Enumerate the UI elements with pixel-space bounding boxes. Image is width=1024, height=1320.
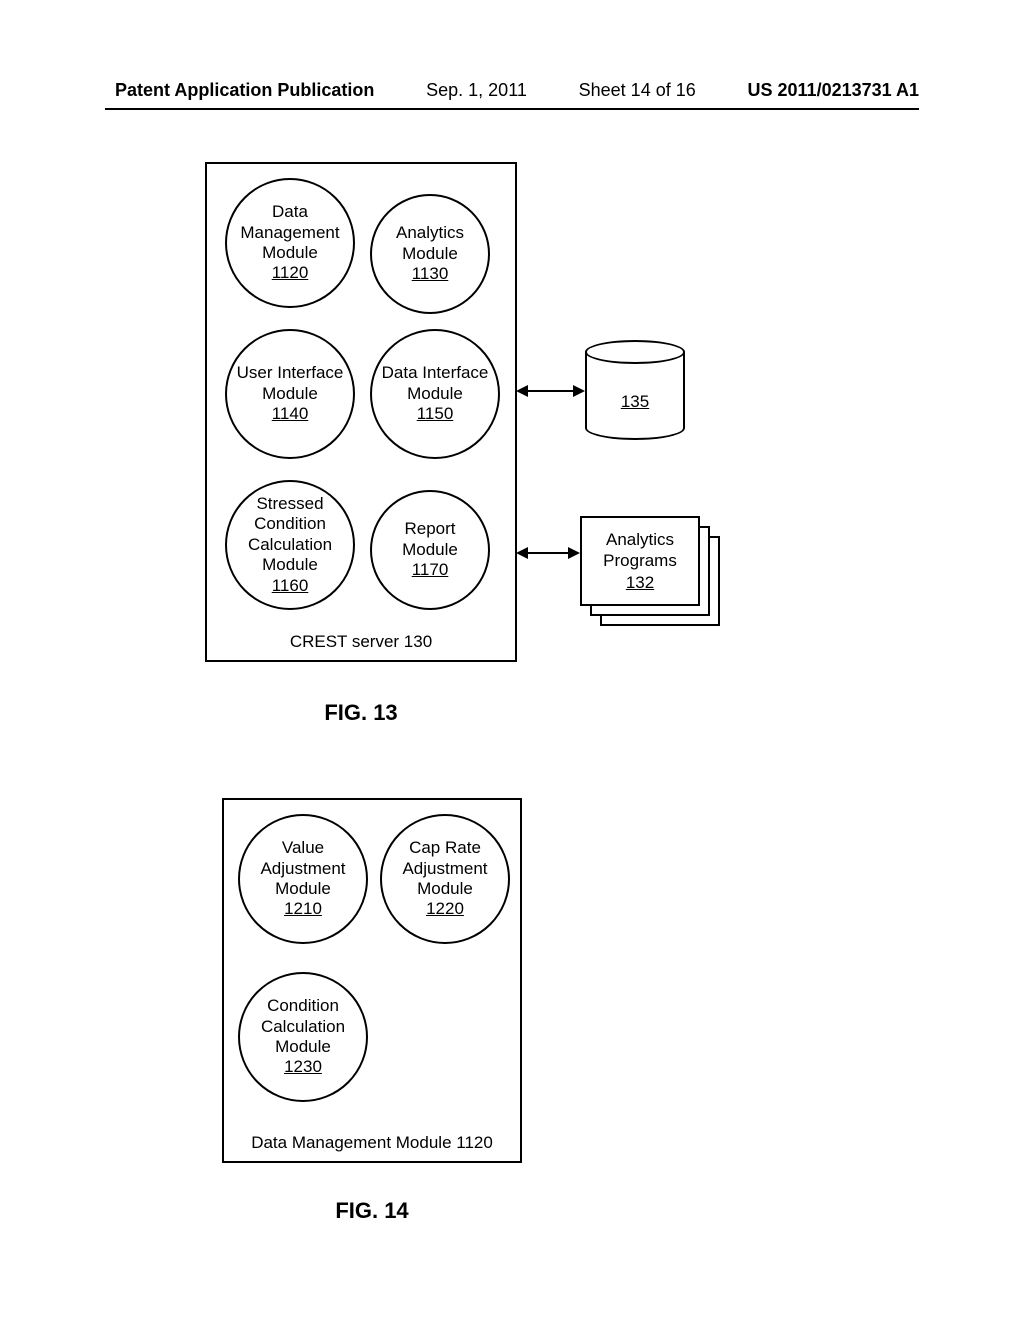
arrow-server-programs (518, 552, 578, 554)
module-condition-calc: Condition Calculation Module 1230 (238, 972, 368, 1102)
figure-14: Value Adjustment Module 1210 Cap Rate Ad… (222, 798, 522, 1188)
figure-13: Data Management Module 1120 Analytics Mo… (205, 162, 730, 687)
module-ref: 1220 (426, 899, 464, 919)
module-line: Module (275, 1037, 331, 1057)
db-ref: 135 (585, 392, 685, 412)
module-ref: 1140 (272, 404, 309, 424)
page-header: Patent Application Publication Sep. 1, 2… (0, 80, 1024, 101)
module-line: Condition (267, 996, 339, 1016)
module-ref: 1120 (272, 263, 309, 283)
sheet-number: Sheet 14 of 16 (579, 80, 696, 101)
figure-13-caption: FIG. 13 (205, 700, 517, 726)
database-icon: 135 (585, 352, 685, 442)
module-stressed-condition-calc: Stressed Condition Calculation Module 11… (225, 480, 355, 610)
crest-server-box: Data Management Module 1120 Analytics Mo… (205, 162, 517, 662)
arrow-server-db (518, 390, 583, 392)
module-analytics: Analytics Module 1130 (370, 194, 490, 314)
program-card-front: Analytics Programs 132 (580, 516, 700, 606)
figure-14-caption: FIG. 14 (222, 1198, 522, 1224)
module-ref: 1210 (284, 899, 322, 919)
module-ref: 1230 (284, 1057, 322, 1077)
analytics-programs-stack: Analytics Programs 132 (580, 516, 720, 626)
programs-ref: 132 (626, 572, 654, 593)
module-ref: 1160 (272, 576, 309, 596)
module-value-adjustment: Value Adjustment Module 1210 (238, 814, 368, 944)
module-line: Adjustment (402, 859, 487, 879)
module-line: Module (262, 384, 318, 404)
module-line: Calculation (261, 1017, 345, 1037)
module-line: Report (404, 519, 455, 539)
module-ref: 1150 (417, 404, 454, 424)
data-management-label: Data Management Module 1120 (224, 1133, 520, 1153)
programs-line: Analytics (606, 529, 674, 550)
module-line: Module (417, 879, 473, 899)
module-cap-rate-adjustment: Cap Rate Adjustment Module 1220 (380, 814, 510, 944)
module-line: Management (240, 223, 339, 243)
module-line: Module (262, 243, 318, 263)
module-line: Calculation (248, 535, 332, 555)
module-data-management: Data Management Module 1120 (225, 178, 355, 308)
module-ref: 1170 (412, 560, 449, 580)
data-management-module-box: Value Adjustment Module 1210 Cap Rate Ad… (222, 798, 522, 1163)
module-line: Module (275, 879, 331, 899)
publication-date: Sep. 1, 2011 (426, 80, 527, 101)
module-line: User Interface (237, 363, 344, 383)
module-line: Module (402, 540, 458, 560)
module-line: Condition (254, 514, 326, 534)
module-report: Report Module 1170 (370, 490, 490, 610)
module-line: Data Interface (382, 363, 489, 383)
server-label: CREST server 130 (207, 632, 515, 652)
header-rule (105, 108, 919, 110)
db-top-ellipse (585, 340, 685, 364)
module-line: Module (407, 384, 463, 404)
programs-line: Programs (603, 550, 677, 571)
module-line: Adjustment (260, 859, 345, 879)
module-ref: 1130 (412, 264, 449, 284)
module-line: Value (282, 838, 324, 858)
module-line: Analytics (396, 223, 464, 243)
publication-label: Patent Application Publication (115, 80, 374, 101)
publication-number: US 2011/0213731 A1 (748, 80, 919, 101)
module-line: Stressed (256, 494, 323, 514)
module-line: Cap Rate (409, 838, 481, 858)
module-line: Module (262, 555, 318, 575)
module-line: Data (272, 202, 308, 222)
module-data-interface: Data Interface Module 1150 (370, 329, 500, 459)
module-line: Module (402, 244, 458, 264)
module-user-interface: User Interface Module 1140 (225, 329, 355, 459)
